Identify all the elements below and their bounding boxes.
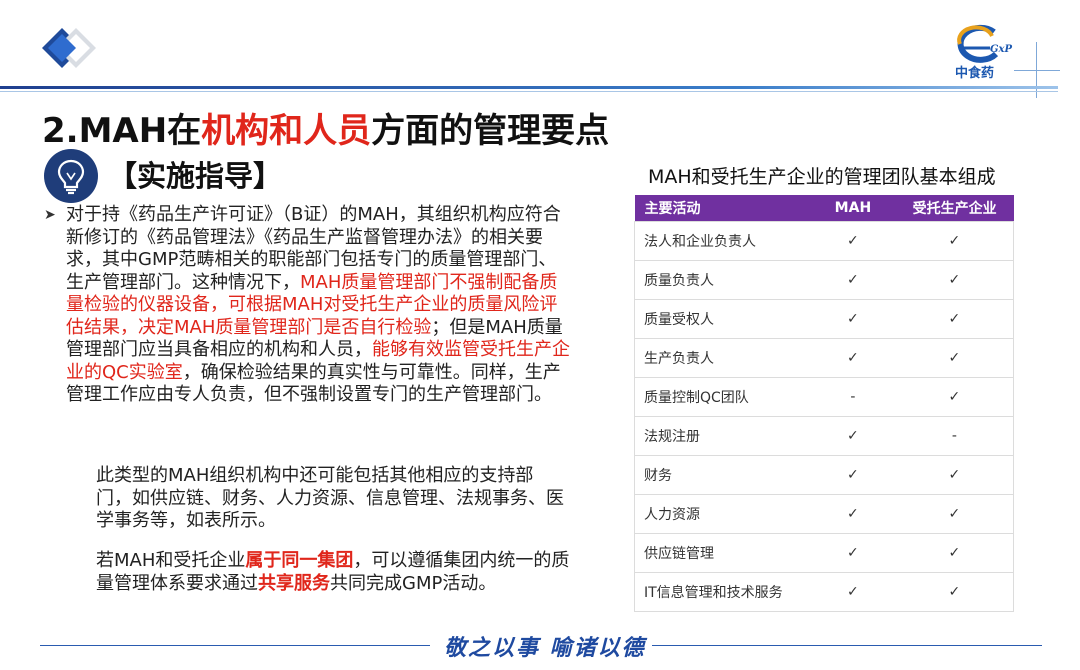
cell-mah: ✓ [810,455,896,495]
p3-red-1: 属于同一集团 [245,550,354,571]
cell-contractor: ✓ [895,338,1014,378]
cell-contractor: ✓ [895,377,1014,417]
header-mah: MAH [810,195,896,222]
cell-contractor: ✓ [895,533,1014,573]
table-row: 人力资源 ✓ ✓ [634,494,1014,534]
table-row: 质量控制QC团队 - ✓ [634,377,1014,417]
header-activity: 主要活动 [634,195,810,222]
table-caption: MAH和受托生产企业的管理团队基本组成 [648,166,996,188]
paragraph-main: 对于持《药品生产许可证》（B证）的MAH，其组织机构应符合新修订的《药品管理法》… [66,204,574,407]
table-row: 质量负责人 ✓ ✓ [634,260,1014,300]
cell-activity: 人力资源 [634,494,810,534]
header-contractor: 受托生产企业 [895,195,1014,222]
cell-activity: 质量负责人 [634,260,810,300]
management-team-table: 主要活动 MAH 受托生产企业 法人和企业负责人 ✓ ✓ 质量负责人 ✓ ✓ 质… [634,195,1014,612]
guide-heading: 【实施指导】 [108,159,283,193]
p3-text-3: 共同完成GMP活动。 [330,572,497,594]
bullet-arrow-icon: ➤ [44,207,56,223]
footer-line-left [40,645,430,646]
cell-mah: ✓ [810,416,896,456]
cell-contractor: - [895,416,1014,456]
title-prefix: 2.MAH在 [42,111,202,151]
cell-activity: 法人和企业负责人 [634,221,810,261]
cell-mah: ✓ [810,338,896,378]
cell-mah: ✓ [810,299,896,339]
paragraph-support-departments: 此类型的MAH组织机构中还可能包括其他相应的支持部门，如供应链、财务、人力资源、… [96,465,564,531]
table-row: 质量受权人 ✓ ✓ [634,299,1014,339]
cell-mah: ✓ [810,572,896,612]
table-row: 供应链管理 ✓ ✓ [634,533,1014,573]
paragraph-group-sharing: 若MAH和受托企业属于同一集团，可以遵循集团内统一的质量管理体系要求通过共享服务… [96,550,576,595]
cell-activity: 法规注册 [634,416,810,456]
cell-mah: ✓ [810,533,896,573]
cell-contractor: ✓ [895,572,1014,612]
p3-red-2: 共享服务 [258,572,330,594]
cell-contractor: ✓ [895,221,1014,261]
cell-contractor: ✓ [895,494,1014,534]
title-suffix: 方面的管理要点 [371,111,610,151]
cell-activity: 质量控制QC团队 [634,377,810,417]
table-header-row: 主要活动 MAH 受托生产企业 [634,195,1014,222]
cell-mah: ✓ [810,494,896,534]
cell-contractor: ✓ [895,299,1014,339]
table-row: IT信息管理和技术服务 ✓ ✓ [634,572,1014,612]
brand-name: 中食药 [955,66,995,81]
cell-activity: 质量受权人 [634,299,810,339]
cell-contractor: ✓ [895,260,1014,300]
cell-activity: IT信息管理和技术服务 [634,572,810,612]
cell-activity: 供应链管理 [634,533,810,573]
brand-sub: GxP [990,44,1013,55]
cross-decoration-horizontal [1014,70,1060,71]
lightbulb-badge [44,149,98,203]
lightbulb-icon [57,159,85,195]
p3-text-1: 若MAH和受托企业 [96,550,246,571]
footer-line-right [652,645,1042,646]
cell-mah: ✓ [810,221,896,261]
table-row: 财务 ✓ ✓ [634,455,1014,495]
title-highlight: 机构和人员 [201,111,372,151]
diamond-logo-icon [42,28,96,68]
table-row: 法规注册 ✓ - [634,416,1014,456]
header-divider [0,86,1058,89]
footer-motto: 敬之以事 喻诸以德 [444,635,646,661]
cell-contractor: ✓ [895,455,1014,495]
cell-activity: 财务 [634,455,810,495]
table-row: 生产负责人 ✓ ✓ [634,338,1014,378]
slide: 中食药 GxP 2.MAH在机构和人员方面的管理要点 【实施指导】 ➤ 对于持《… [0,0,1080,670]
page-title: 2.MAH在机构和人员方面的管理要点 [42,103,609,152]
cell-mah: - [810,377,896,417]
cell-activity: 生产负责人 [634,338,810,378]
cell-mah: ✓ [810,260,896,300]
header-divider-thin [0,91,1058,92]
table-row: 法人和企业负责人 ✓ ✓ [634,221,1014,261]
